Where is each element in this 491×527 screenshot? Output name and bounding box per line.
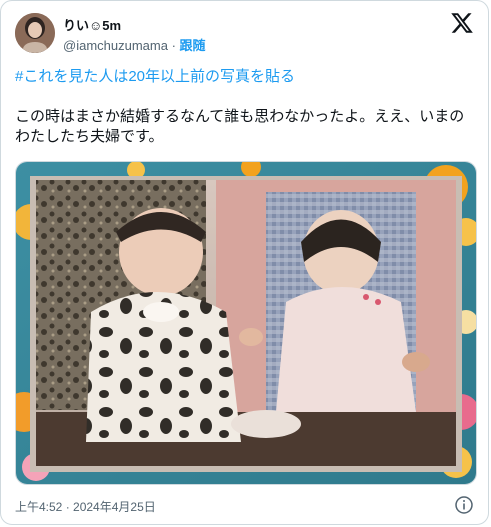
author-handle-row: @iamchuzumama · 跟随 xyxy=(63,35,206,54)
tweet-card: りい☺︎5m @iamchuzumama · 跟随 #これを見た人は20年以上前… xyxy=(0,0,489,525)
author-display-name[interactable]: りい☺︎5m xyxy=(63,15,121,34)
avatar-image xyxy=(15,13,55,53)
photo-image xyxy=(16,162,476,484)
tweet-photo[interactable] xyxy=(15,161,477,485)
handle-separator: · xyxy=(171,38,176,53)
info-icon[interactable] xyxy=(454,495,474,515)
author-handle[interactable]: @iamchuzumama xyxy=(63,38,168,53)
x-logo-icon[interactable] xyxy=(450,11,474,35)
follow-button[interactable]: 跟随 xyxy=(180,38,206,53)
hashtag-link[interactable]: #これを見た人は20年以上前の写真を貼る xyxy=(15,65,295,86)
tweet-text: この時はまさか結婚するなんて誰も思わなかったよ。ええ、いまのわたしたち夫婦です。 xyxy=(15,108,465,145)
tweet-timestamp[interactable]: 上午4:52 · 2024年4月25日 xyxy=(15,498,156,515)
author-avatar[interactable] xyxy=(15,13,55,53)
